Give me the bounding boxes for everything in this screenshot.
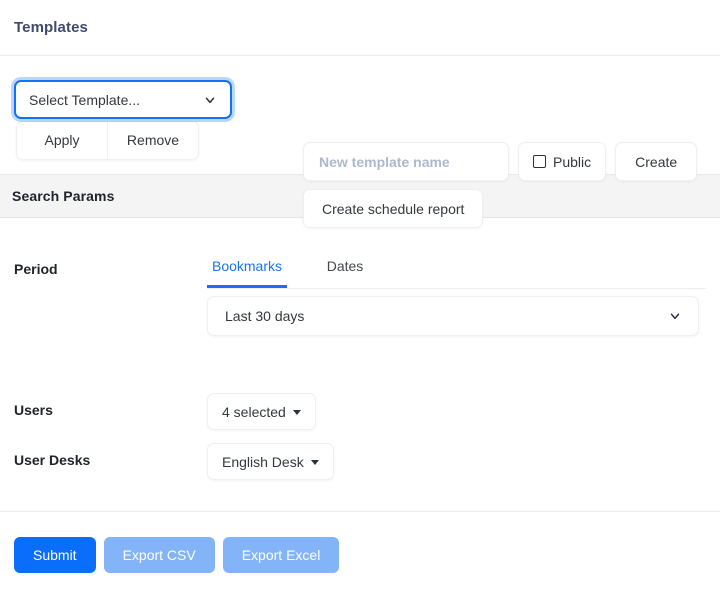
report-builder-panel: Templates Select Template... Apply Remov… — [0, 0, 720, 614]
period-range-value: Last 30 days — [225, 308, 305, 324]
caret-down-icon — [310, 459, 319, 465]
checkbox-icon[interactable] — [533, 155, 546, 168]
template-action-group: Apply Remove — [16, 121, 199, 160]
users-value: 4 selected — [222, 403, 286, 420]
create-template-button[interactable]: Create — [615, 142, 698, 181]
chevron-down-icon — [205, 96, 215, 103]
apply-template-button[interactable]: Apply — [17, 122, 107, 159]
users-control: 4 selected — [207, 393, 316, 430]
submit-button[interactable]: Submit — [14, 537, 96, 573]
tab-dates[interactable]: Dates — [314, 252, 376, 288]
user-desks-row: User Desks English Desk — [14, 443, 706, 480]
user-desks-dropdown[interactable]: English Desk — [207, 443, 334, 480]
period-control: Bookmarks Dates Last 30 days — [207, 252, 706, 336]
export-excel-button[interactable]: Export Excel — [222, 537, 340, 573]
user-desks-control: English Desk — [207, 443, 334, 480]
template-create-group: New template name Public Create Create s… — [303, 142, 698, 228]
period-range-dropdown[interactable]: Last 30 days — [207, 296, 699, 336]
caret-down-icon — [292, 409, 301, 415]
page-title: Templates — [14, 19, 88, 36]
tab-bookmarks[interactable]: Bookmarks — [207, 252, 287, 288]
remove-template-button[interactable]: Remove — [107, 122, 198, 159]
new-template-name-input[interactable]: New template name — [303, 142, 509, 181]
template-create-row-top: New template name Public Create — [303, 142, 698, 181]
period-tabs: Bookmarks Dates — [207, 252, 706, 288]
template-select-group: Select Template... Apply Remove — [14, 80, 232, 160]
tabs-divider — [207, 288, 706, 289]
search-params-form: Period Bookmarks Dates Last 30 days User… — [0, 218, 720, 512]
form-actions: Submit Export CSV Export Excel — [0, 512, 720, 573]
templates-section-header: Templates — [0, 0, 720, 56]
export-csv-button[interactable]: Export CSV — [103, 537, 215, 573]
public-label: Public — [553, 153, 592, 170]
templates-section-body: Select Template... Apply Remove New temp… — [0, 56, 720, 228]
users-label: Users — [14, 402, 53, 418]
select-template-value: Select Template... — [29, 91, 141, 108]
chevron-down-icon — [670, 313, 680, 320]
period-row: Period Bookmarks Dates Last 30 days — [14, 252, 706, 336]
user-desks-label: User Desks — [14, 452, 91, 468]
users-row: Users 4 selected — [14, 393, 706, 430]
period-label: Period — [14, 261, 58, 277]
new-template-name-placeholder: New template name — [319, 153, 450, 170]
users-dropdown[interactable]: 4 selected — [207, 393, 316, 430]
select-template-dropdown[interactable]: Select Template... — [14, 80, 232, 119]
search-params-title: Search Params — [12, 188, 115, 204]
user-desks-value: English Desk — [222, 453, 304, 470]
public-checkbox-field[interactable]: Public — [518, 142, 607, 181]
